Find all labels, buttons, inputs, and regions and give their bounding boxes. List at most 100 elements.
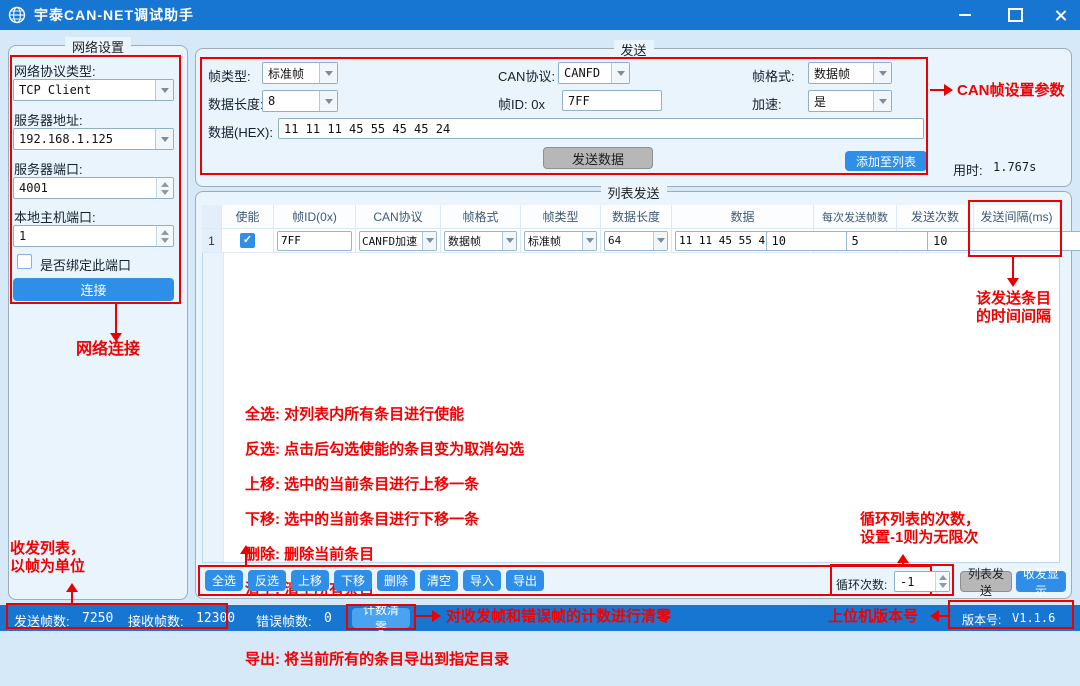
version-value: V1.1.6 (1012, 611, 1055, 625)
close-button[interactable] (1040, 0, 1080, 30)
list-send-button[interactable]: 列表发送 (960, 571, 1012, 592)
maximize-button[interactable] (995, 0, 1035, 30)
server-addr-label: 服务器地址: (14, 110, 83, 129)
loop-count-annotation: 循环列表的次数， 设置-1则为无限次 (860, 511, 980, 547)
row-interval-spinner[interactable] (927, 231, 1080, 251)
server-addr-value: 192.168.1.125 (14, 129, 155, 149)
col-enable: 使能 (222, 205, 274, 229)
export-button[interactable]: 导出 (506, 570, 544, 591)
spin-up-icon[interactable] (161, 226, 169, 235)
col-data: 数据 (672, 205, 814, 229)
row-frame-id-input[interactable] (277, 231, 352, 251)
protocol-label: 网络协议类型: (14, 61, 96, 80)
dropdown-arrow-icon (319, 91, 337, 111)
window-title: 宇泰CAN-NET调试助手 (34, 5, 194, 25)
loop-count-input[interactable] (895, 572, 935, 591)
spinner-arrows[interactable] (156, 226, 173, 246)
minimize-button[interactable] (945, 0, 985, 30)
protocol-value: TCP Client (14, 80, 155, 100)
annotation-line (416, 615, 432, 617)
local-port-input[interactable] (14, 226, 156, 246)
protocol-select[interactable]: TCP Client (13, 79, 174, 101)
loop-count-spinner[interactable] (894, 571, 950, 592)
server-port-input[interactable] (14, 178, 156, 198)
import-button[interactable]: 导入 (463, 570, 501, 591)
spin-down-icon[interactable] (161, 238, 169, 247)
elapsed-value: 1.767s (993, 160, 1036, 174)
enable-checkbox[interactable] (240, 233, 255, 248)
spin-up-icon[interactable] (161, 178, 169, 187)
row-interval-input[interactable] (928, 232, 1080, 250)
rx-display-button[interactable]: 收发显示 (1016, 571, 1066, 592)
spin-down-icon[interactable] (161, 190, 169, 199)
add-to-list-button[interactable]: 添加至列表 (845, 151, 927, 171)
local-port-spinner[interactable] (13, 225, 174, 247)
data-length-label: 数据长度: (208, 94, 264, 113)
col-frame-type: 帧类型 (521, 205, 601, 229)
minimize-icon (959, 14, 971, 16)
col-frame-format: 帧格式 (441, 205, 521, 229)
send-data-button[interactable]: 发送数据 (543, 147, 653, 169)
network-settings-title: 网络设置 (65, 37, 131, 56)
list-send-group-title: 列表发送 (600, 183, 666, 202)
select-all-button[interactable]: 全选 (205, 570, 243, 591)
dropdown-arrow-icon (611, 63, 629, 83)
col-frames-per-send: 每次发送帧数 (814, 205, 897, 229)
clear-button[interactable]: 清空 (420, 570, 458, 591)
row-frame-type-select[interactable]: 标准帧 (524, 231, 597, 251)
row-frame-format-value: 数据帧 (445, 232, 502, 250)
tx-frames-label: 发送帧数: (14, 611, 70, 630)
title-bar: 宇泰CAN-NET调试助手 (0, 0, 1080, 30)
data-length-select[interactable]: 8 (262, 90, 338, 112)
data-hex-label: 数据(HEX): (208, 122, 273, 141)
row-can-protocol-value: CANFD加速 (360, 232, 422, 250)
row-can-protocol-select[interactable]: CANFD加速 (359, 231, 437, 251)
move-down-button[interactable]: 下移 (334, 570, 372, 591)
app-logo-icon (8, 6, 26, 24)
loop-count-label: 循环次数: (836, 576, 887, 593)
can-protocol-select[interactable]: CANFD (558, 62, 630, 84)
help-line: 全选: 对列表内所有条目进行使能 (245, 406, 524, 424)
rx-frames-value: 12300 (196, 611, 235, 626)
elapsed-label: 用时: (953, 160, 983, 179)
row-data-length-select[interactable]: 64 (604, 231, 668, 251)
server-addr-select[interactable]: 192.168.1.125 (13, 128, 174, 150)
delete-button[interactable]: 删除 (377, 570, 415, 591)
interval-annotation: 该发送条目 的时间间隔 (976, 290, 1051, 326)
server-port-spinner[interactable] (13, 177, 174, 199)
frame-id-input[interactable] (562, 90, 662, 111)
help-line: 反选: 点击后勾选使能的条目变为取消勾选 (245, 441, 524, 459)
frame-type-select[interactable]: 标准帧 (262, 62, 338, 84)
annotation-arrow (432, 610, 447, 622)
accel-select[interactable]: 是 (808, 90, 892, 112)
count-reset-annotation: 对收发帧和错误帧的计数进行清零 (446, 608, 671, 626)
move-up-button[interactable]: 上移 (291, 570, 329, 591)
bind-port-checkbox[interactable] (17, 254, 32, 269)
tx-frames-value: 7250 (82, 611, 113, 626)
server-port-label: 服务器端口: (14, 159, 83, 178)
local-port-label: 本地主机端口: (14, 207, 96, 226)
spinner-arrows[interactable] (935, 572, 949, 591)
frame-type-label: 帧类型: (208, 66, 251, 85)
connect-button[interactable]: 连接 (13, 278, 174, 301)
frame-type-cell: 标准帧 (521, 229, 601, 253)
spinner-arrows[interactable] (156, 178, 173, 198)
dropdown-arrow-icon (155, 80, 173, 100)
col-data-length: 数据长度 (601, 205, 672, 229)
row-frame-format-select[interactable]: 数据帧 (444, 231, 517, 251)
can-settings-annotation: CAN帧设置参数 (957, 82, 1065, 100)
spin-down-icon[interactable] (939, 583, 947, 592)
data-hex-input[interactable] (278, 118, 924, 139)
table-header-row: 使能 帧ID(0x) CAN协议 帧格式 帧类型 数据长度 数据 每次发送帧数 … (202, 205, 1060, 229)
spin-up-icon[interactable] (939, 571, 947, 580)
count-reset-button[interactable]: 计数清零 (352, 608, 410, 628)
version-label: 版本号: (962, 611, 1001, 628)
invert-select-button[interactable]: 反选 (248, 570, 286, 591)
frame-format-select[interactable]: 数据帧 (808, 62, 892, 84)
col-rowno (202, 205, 222, 229)
annotation-line (933, 615, 948, 617)
dropdown-arrow-icon (582, 232, 596, 250)
frame-format-label: 帧格式: (752, 66, 795, 85)
row-data-length-value: 64 (605, 232, 653, 250)
annotation-line (245, 547, 247, 567)
